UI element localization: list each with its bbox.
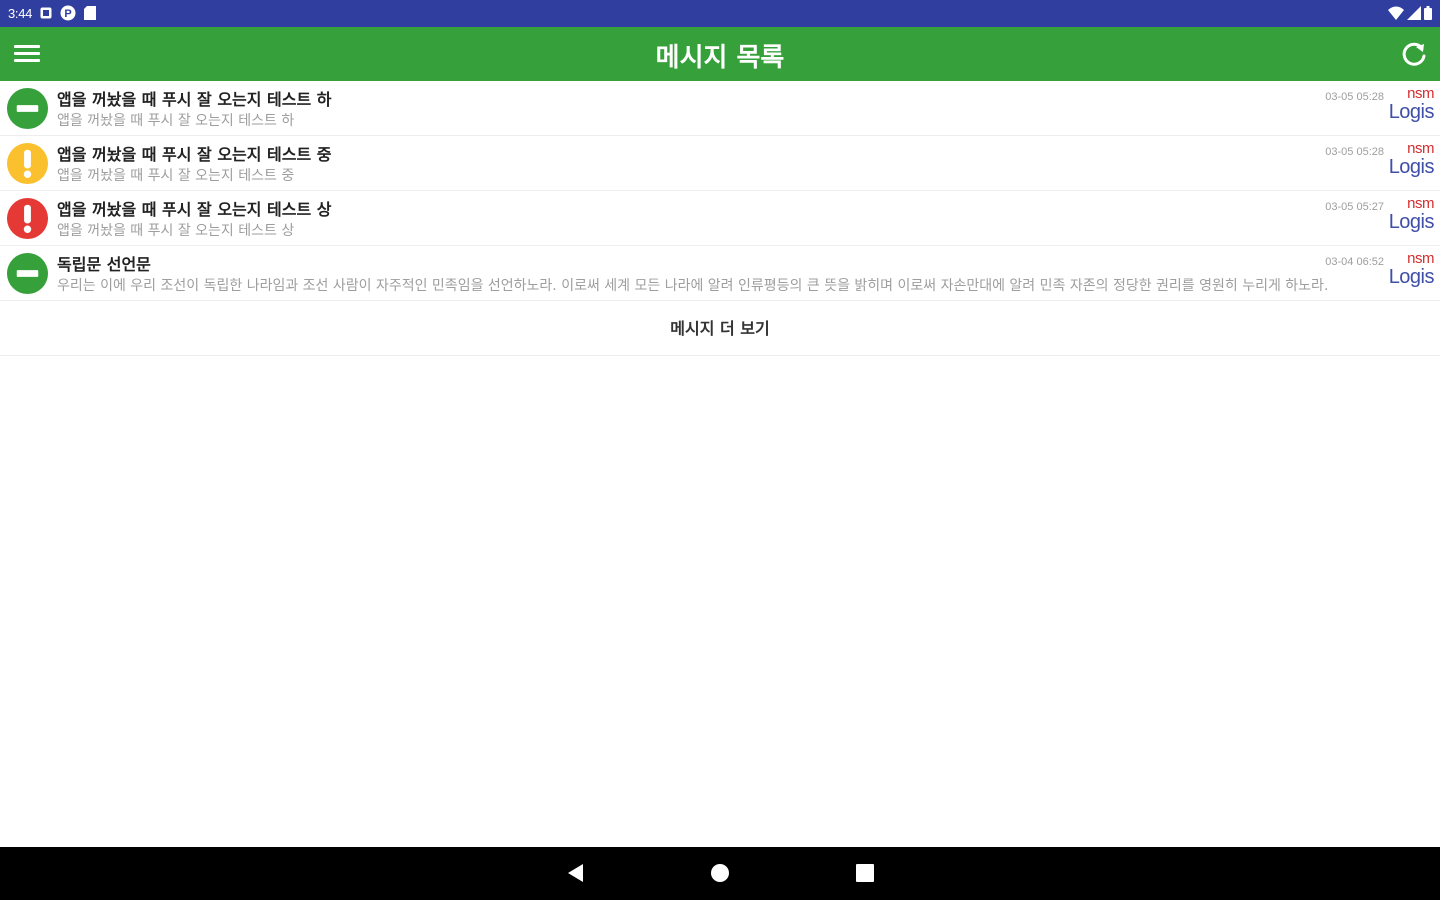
message-time: 03-04 06:52 [1325, 256, 1384, 268]
status-right [1388, 6, 1432, 20]
refresh-button[interactable] [1400, 40, 1428, 68]
cell-signal-icon [1407, 6, 1421, 20]
message-row[interactable]: 앱을 꺼놨을 때 푸시 잘 오는지 테스트 하 앱을 꺼놨을 때 푸시 잘 오는… [0, 81, 1440, 136]
nav-bar [0, 847, 1440, 900]
nsm-logis-logo: nsm Logis [1388, 250, 1435, 292]
message-title: 앱을 꺼놨을 때 푸시 잘 오는지 테스트 중 [57, 145, 332, 164]
exclamation-circle-icon [6, 142, 49, 185]
message-body: 앱을 꺼놨을 때 푸시 잘 오는지 테스트 하 [57, 113, 295, 129]
sd-card-icon [84, 6, 97, 20]
notification-square-icon [40, 7, 52, 19]
app-bar: 메시지 목록 [0, 27, 1440, 81]
logo-top-text: nsm [1407, 195, 1434, 212]
logo-top-text: nsm [1407, 250, 1434, 267]
status-bar: 3:44 P [0, 0, 1440, 27]
home-button[interactable] [710, 863, 730, 883]
logo-top-text: nsm [1407, 140, 1434, 157]
message-time: 03-05 05:28 [1325, 146, 1384, 158]
recents-icon [856, 864, 874, 882]
exclamation-circle-icon [6, 197, 49, 240]
logo-bottom-text: Logis [1388, 211, 1435, 233]
message-time: 03-05 05:27 [1325, 201, 1384, 213]
status-time: 3:44 [8, 5, 33, 21]
message-body: 앱을 꺼놨을 때 푸시 잘 오는지 테스트 중 [57, 168, 295, 184]
wifi-icon [1388, 6, 1404, 20]
message-row[interactable]: 독립문 선언문 우리는 이에 우리 조선이 독립한 나라임과 조선 사람이 자주… [0, 246, 1440, 301]
nsm-logis-logo: nsm Logis [1388, 85, 1435, 127]
message-row[interactable]: 앱을 꺼놨을 때 푸시 잘 오는지 테스트 중 앱을 꺼놨을 때 푸시 잘 오는… [0, 136, 1440, 191]
back-button[interactable] [566, 863, 586, 883]
back-icon [568, 864, 583, 882]
battery-icon [1424, 6, 1432, 20]
message-time: 03-05 05:28 [1325, 91, 1384, 103]
svg-text:P: P [64, 8, 71, 20]
logo-top-text: nsm [1407, 85, 1434, 102]
home-icon [711, 864, 729, 882]
message-title: 앱을 꺼놨을 때 푸시 잘 오는지 테스트 하 [57, 90, 332, 109]
message-body: 우리는 이에 우리 조선이 독립한 나라임과 조선 사람이 자주적인 민족임을 … [57, 278, 1329, 294]
message-title: 독립문 선언문 [57, 255, 151, 274]
minus-circle-icon [6, 252, 49, 295]
logo-bottom-text: Logis [1388, 101, 1435, 123]
logo-bottom-text: Logis [1388, 266, 1435, 288]
logo-bottom-text: Logis [1388, 156, 1435, 178]
message-body: 앱을 꺼놨을 때 푸시 잘 오는지 테스트 상 [57, 223, 295, 239]
load-more-button[interactable]: 메시지 더 보기 [0, 301, 1440, 356]
minus-circle-icon [6, 87, 49, 130]
nsm-logis-logo: nsm Logis [1388, 195, 1435, 237]
refresh-icon [1402, 42, 1426, 66]
message-list: 앱을 꺼놨을 때 푸시 잘 오는지 테스트 하 앱을 꺼놨을 때 푸시 잘 오는… [0, 81, 1440, 301]
status-left: 3:44 P [8, 5, 97, 21]
nsm-logis-logo: nsm Logis [1388, 140, 1435, 182]
message-row[interactable]: 앱을 꺼놨을 때 푸시 잘 오는지 테스트 상 앱을 꺼놨을 때 푸시 잘 오는… [0, 191, 1440, 246]
page-title: 메시지 목록 [655, 43, 785, 73]
recents-button[interactable] [855, 863, 875, 883]
message-title: 앱을 꺼놨을 때 푸시 잘 오는지 테스트 상 [57, 200, 332, 219]
p-circle-icon: P [60, 5, 76, 21]
